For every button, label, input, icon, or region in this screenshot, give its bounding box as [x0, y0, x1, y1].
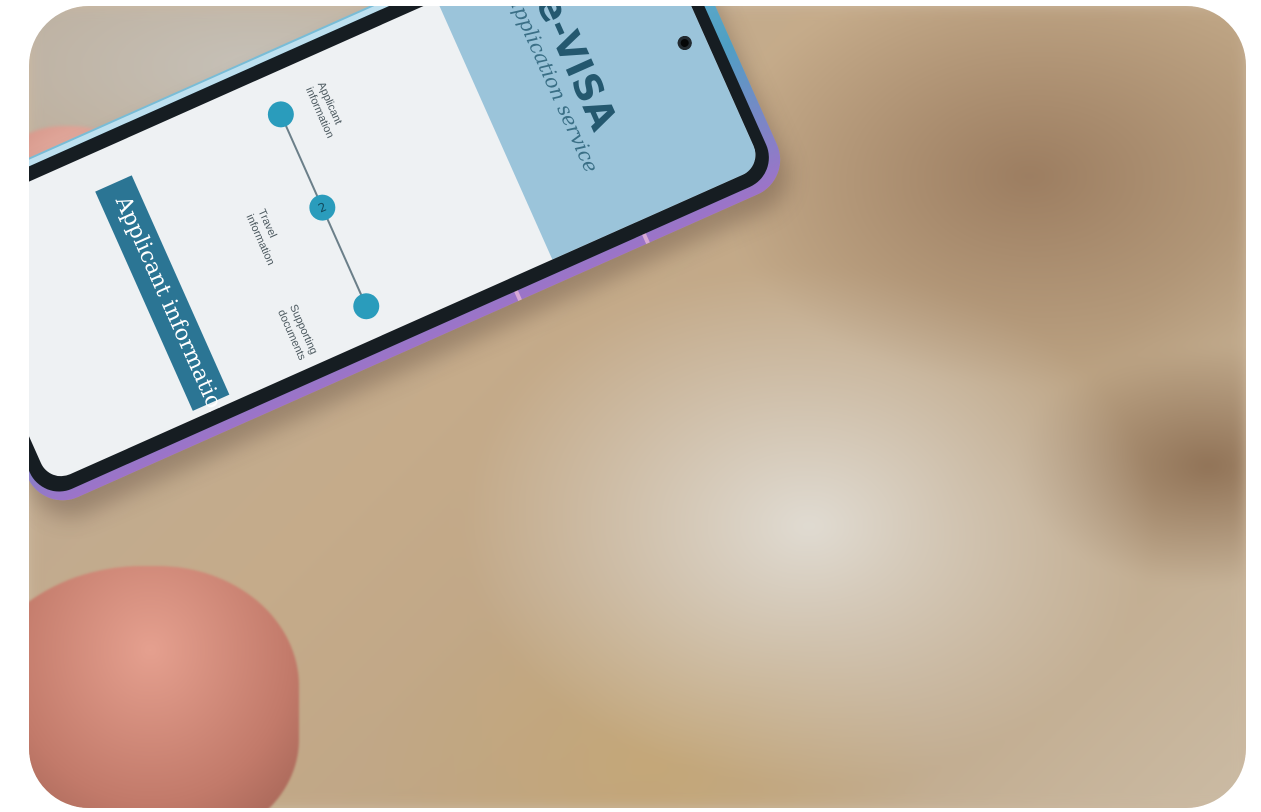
step-label-1: Applicant information	[302, 80, 345, 141]
section-title: Applicant information	[109, 192, 232, 426]
step-dot-3[interactable]	[349, 289, 384, 324]
thumb	[29, 566, 299, 808]
step-label-2: Travel information	[243, 207, 279, 268]
step-dot-2[interactable]: 2	[305, 190, 340, 225]
photo-frame: e-VISA application service Applicant inf…	[29, 6, 1246, 808]
step-dot-1[interactable]	[263, 97, 299, 132]
